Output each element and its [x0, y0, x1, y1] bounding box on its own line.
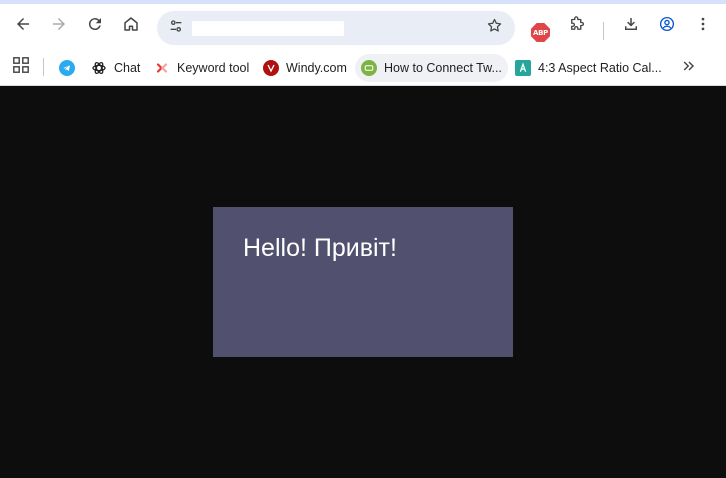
site-favicon-icon [361, 60, 377, 76]
reload-button[interactable] [81, 12, 109, 40]
bookmark-keyword-tool[interactable]: Keyword tool [148, 54, 255, 82]
bookmark-star-button[interactable] [483, 17, 505, 39]
star-icon [486, 17, 503, 39]
menu-button[interactable] [689, 12, 717, 40]
chevron-double-right-icon [681, 58, 697, 79]
bookmark-label: 4:3 Aspect Ratio Cal... [538, 61, 662, 75]
toolbar-divider [603, 22, 604, 40]
aspect-ratio-icon [515, 60, 531, 76]
apps-button[interactable] [11, 56, 31, 79]
greeting-card: Hello! Привіт! [213, 207, 513, 357]
bookmark-chat[interactable]: Chat [85, 54, 146, 82]
browser-toolbar: ABP [0, 0, 726, 50]
adblock-extension-icon[interactable]: ABP [531, 23, 550, 42]
greeting-text: Hello! Привіт! [243, 234, 397, 262]
bookmark-label: Chat [114, 61, 141, 75]
home-icon [122, 15, 140, 38]
bookmark-how-to-connect[interactable]: How to Connect Tw... [355, 54, 508, 82]
profile-icon [658, 15, 676, 38]
arrow-left-icon [14, 15, 32, 38]
bookmark-windy[interactable]: Windy.com [257, 54, 353, 82]
bookmarks-overflow-button[interactable] [678, 57, 700, 79]
kebab-menu-icon [694, 15, 712, 38]
browser-window: ABP Chat Keyword tool Windy.com How to C… [0, 0, 726, 478]
profile-button[interactable] [653, 12, 681, 40]
bookmarks-bar: Chat Keyword tool Windy.com How to Conne… [0, 50, 726, 86]
url-input[interactable] [192, 21, 344, 36]
puzzle-icon [568, 15, 586, 38]
bookmarks-divider [43, 58, 44, 76]
arrow-right-icon [50, 15, 68, 38]
page-content: Hello! Привіт! [0, 87, 726, 478]
openai-icon [91, 60, 107, 76]
reload-icon [86, 15, 104, 38]
extensions-button[interactable] [563, 12, 591, 40]
apps-grid-icon [12, 56, 30, 79]
bookmark-label: Keyword tool [177, 61, 250, 75]
home-button[interactable] [117, 12, 145, 40]
downloads-button[interactable] [617, 12, 645, 40]
address-bar[interactable] [157, 11, 515, 45]
bookmark-label: How to Connect Tw... [384, 61, 502, 75]
back-button[interactable] [9, 12, 37, 40]
tune-icon [168, 18, 184, 39]
site-info-button[interactable] [163, 15, 189, 41]
bookmark-telegram[interactable] [53, 54, 81, 82]
adblock-label: ABP [533, 28, 548, 37]
bookmark-label: Windy.com [286, 61, 347, 75]
download-icon [622, 15, 640, 38]
windy-icon [263, 60, 279, 76]
keyword-tool-icon [154, 60, 170, 76]
telegram-icon [59, 60, 75, 76]
bookmark-aspect-ratio[interactable]: 4:3 Aspect Ratio Cal... [509, 54, 668, 82]
forward-button[interactable] [45, 12, 73, 40]
